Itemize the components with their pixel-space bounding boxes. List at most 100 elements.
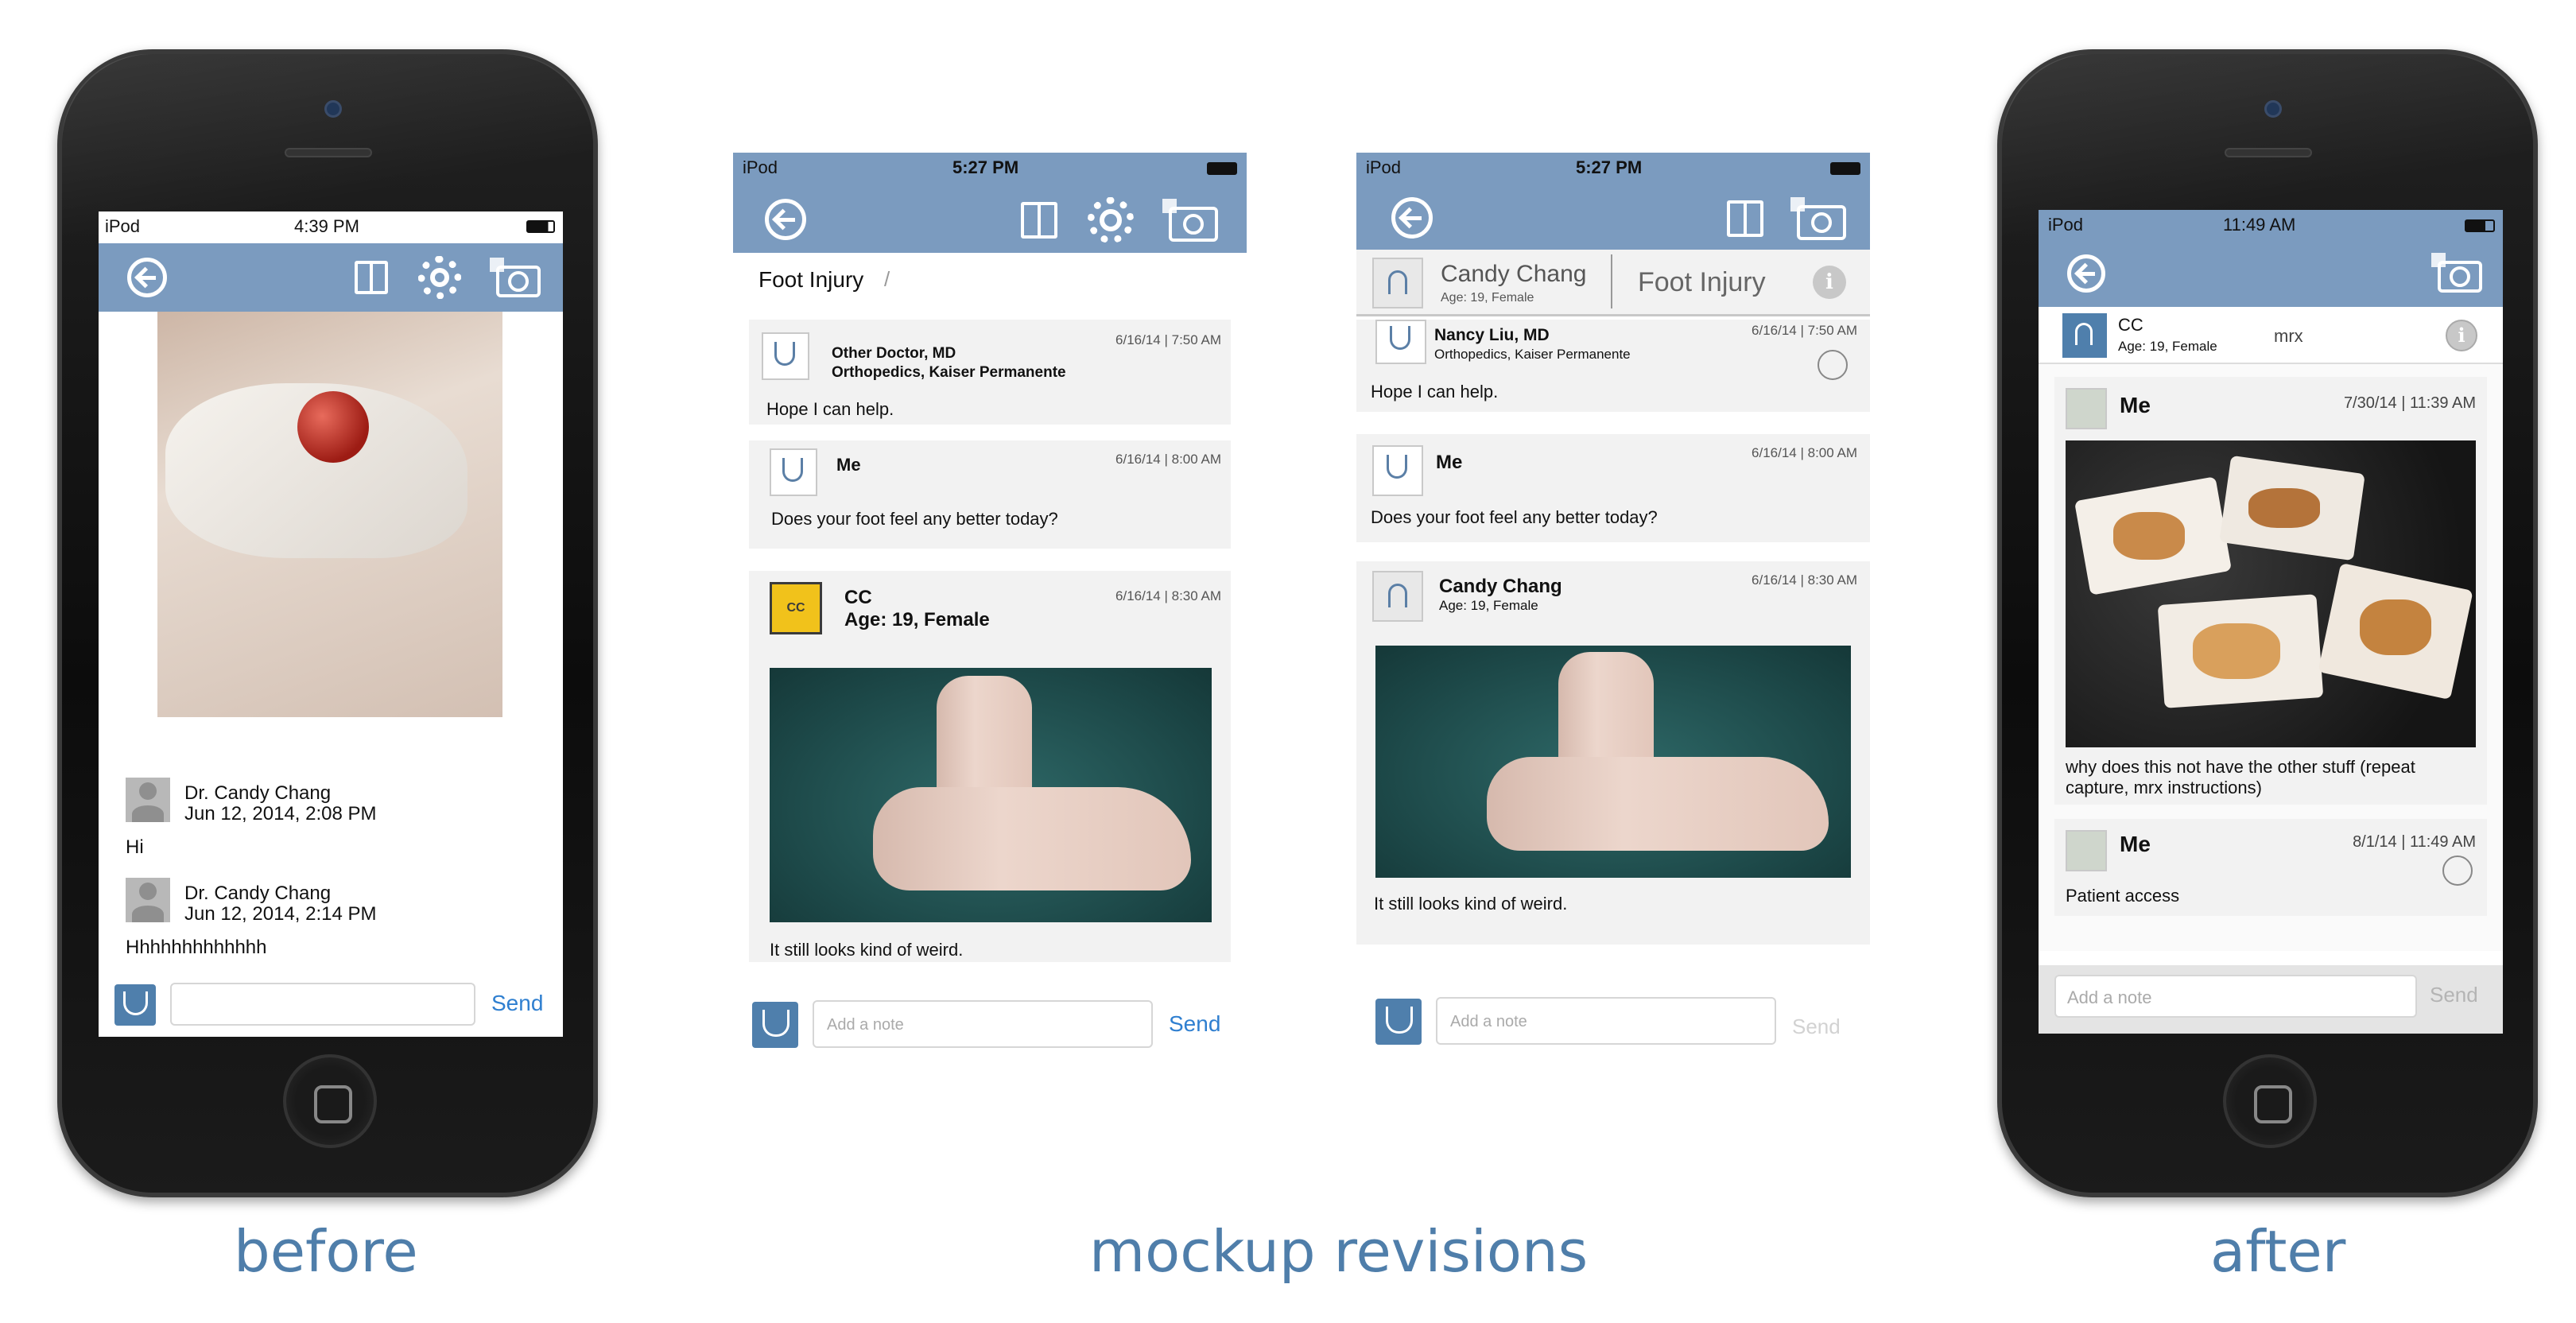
avatar [2066, 830, 2107, 871]
apple-photo [157, 312, 502, 717]
message-author-sub: Age: 19, Female [844, 609, 990, 630]
message-card: Me 7/30/14 | 11:39 AM why does this not … [2054, 377, 2487, 805]
message-card: Candy Chang Age: 19, Female 6/16/14 | 8:… [1356, 561, 1870, 945]
avatar [2066, 388, 2107, 429]
battery-icon [1207, 162, 1237, 175]
message-text: Does your foot feel any better today? [1371, 507, 1658, 527]
speaker-grille [2225, 148, 2312, 157]
note-input[interactable]: Add a note [2054, 975, 2417, 1018]
food-item [2360, 599, 2431, 655]
message-author: Dr. Candy Chang [184, 883, 332, 904]
front-camera [2264, 100, 2282, 118]
patient-avatar-icon [1372, 571, 1423, 622]
note-input[interactable]: Add a note [1436, 997, 1776, 1045]
patient-header: CC Age: 19, Female mrx i [2039, 307, 2503, 364]
accessibility-icon [2442, 855, 2473, 886]
send-button[interactable]: Send [491, 991, 543, 1016]
camera-icon[interactable] [490, 258, 541, 297]
avatar [126, 778, 170, 822]
speaker-grille [285, 148, 372, 157]
message-author: Other Doctor, MD [832, 345, 956, 362]
message-date: 6/16/14 | 8:30 AM [1115, 588, 1221, 603]
split-view-icon[interactable] [1727, 200, 1763, 237]
doctor-avatar-icon [770, 448, 817, 496]
note-placeholder: Add a note [1450, 1013, 1527, 1030]
stethoscope-icon[interactable] [1375, 999, 1422, 1045]
camera-icon[interactable] [1162, 199, 1218, 242]
message-text: It still looks kind of weird. [770, 940, 964, 960]
message-date: 7/30/14 | 11:39 AM [2343, 394, 2476, 412]
topic-title[interactable]: Foot Injury [1638, 267, 1766, 298]
patient-name[interactable]: Candy Chang [1441, 261, 1586, 288]
note-input[interactable]: Add a note [813, 1000, 1153, 1048]
message-text: Hope I can help. [1371, 382, 1499, 402]
topic-title[interactable]: mrx [2274, 326, 2303, 347]
message-text: Hope I can help. [766, 399, 894, 419]
patient-age: Age: 19, Female [2118, 339, 2217, 354]
message-card: Me 6/16/14 | 8:00 AM Does your foot feel… [1356, 434, 1870, 542]
message-card: CC CC Age: 19, Female 6/16/14 | 8:30 AM … [749, 571, 1231, 962]
caption-after: after [2210, 1218, 2346, 1285]
message-text: Hi [126, 836, 144, 858]
patient-avatar-icon [1372, 258, 1423, 308]
split-view-icon[interactable] [1021, 202, 1057, 239]
back-icon[interactable] [127, 258, 167, 297]
battery-icon [1830, 162, 1860, 175]
camera-icon[interactable] [2431, 253, 2482, 293]
info-icon[interactable]: i [2446, 320, 2477, 351]
message-card: Other Doctor, MD Orthopedics, Kaiser Per… [749, 320, 1231, 425]
message-card: Me 8/1/14 | 11:49 AM Patient access [2054, 819, 2487, 916]
home-button[interactable] [283, 1054, 377, 1148]
message-date: 6/16/14 | 7:50 AM [1115, 332, 1221, 347]
message-author: Me [2120, 832, 2151, 856]
header-divider [1611, 254, 1612, 308]
nav-bar: iPod 5:27 PM [1356, 153, 1870, 250]
battery-icon [526, 220, 555, 233]
breadcrumb-separator: / [884, 267, 890, 291]
back-icon[interactable] [1391, 197, 1433, 239]
send-button[interactable]: Send [1792, 1015, 1841, 1039]
time-label: 11:49 AM [2223, 215, 2296, 235]
caption-before: before [234, 1218, 418, 1285]
patient-name[interactable]: CC [2118, 315, 2143, 336]
message-author: CC [844, 587, 872, 608]
doctor-avatar-icon [1372, 445, 1423, 496]
stethoscope-icon[interactable] [114, 984, 156, 1026]
nav-bar [99, 243, 563, 312]
apple [297, 391, 369, 463]
avatar [126, 878, 170, 922]
food-item [2113, 512, 2185, 560]
time-label: 5:27 PM [1576, 157, 1643, 177]
message-date: Jun 12, 2014, 2:08 PM [184, 803, 377, 824]
gear-icon[interactable] [418, 256, 461, 299]
caption-mockup: mockup revisions [1089, 1218, 1589, 1285]
time-label: 5:27 PM [952, 157, 1019, 177]
message-author: Me [1436, 452, 1463, 473]
message-author: Dr. Candy Chang [184, 782, 332, 804]
stethoscope-icon[interactable] [752, 1002, 798, 1048]
split-view-icon[interactable] [355, 261, 388, 294]
back-icon[interactable] [765, 199, 806, 240]
message-input[interactable] [170, 983, 475, 1026]
send-button[interactable]: Send [2430, 983, 2478, 1007]
carrier-label: iPod [2048, 215, 2084, 235]
camera-icon[interactable] [1790, 197, 1846, 240]
time-label: 4:39 PM [294, 216, 359, 236]
message-author: Candy Chang [1439, 576, 1562, 597]
message-card: Me 6/16/14 | 8:00 AM Does your foot feel… [749, 440, 1231, 549]
carrier-label: iPod [743, 157, 778, 177]
doctor-avatar-icon [762, 332, 809, 380]
phone-shine [62, 54, 593, 237]
message-text: Patient access [2066, 886, 2180, 906]
back-icon[interactable] [2067, 254, 2105, 293]
home-button[interactable] [2223, 1054, 2317, 1148]
mockup2-screen: iPod 5:27 PM Candy Chang Age: 19, Female… [1356, 153, 1870, 1057]
carrier-label: iPod [1366, 157, 1402, 177]
gear-icon[interactable] [1088, 197, 1134, 243]
breadcrumb-label[interactable]: Foot Injury [758, 267, 863, 293]
carrier-label: iPod [105, 216, 141, 236]
message-card: Nancy Liu, MD Orthopedics, Kaiser Perman… [1356, 320, 1870, 412]
front-camera [324, 100, 342, 118]
info-icon[interactable]: i [1813, 266, 1846, 299]
send-button[interactable]: Send [1169, 1011, 1220, 1037]
